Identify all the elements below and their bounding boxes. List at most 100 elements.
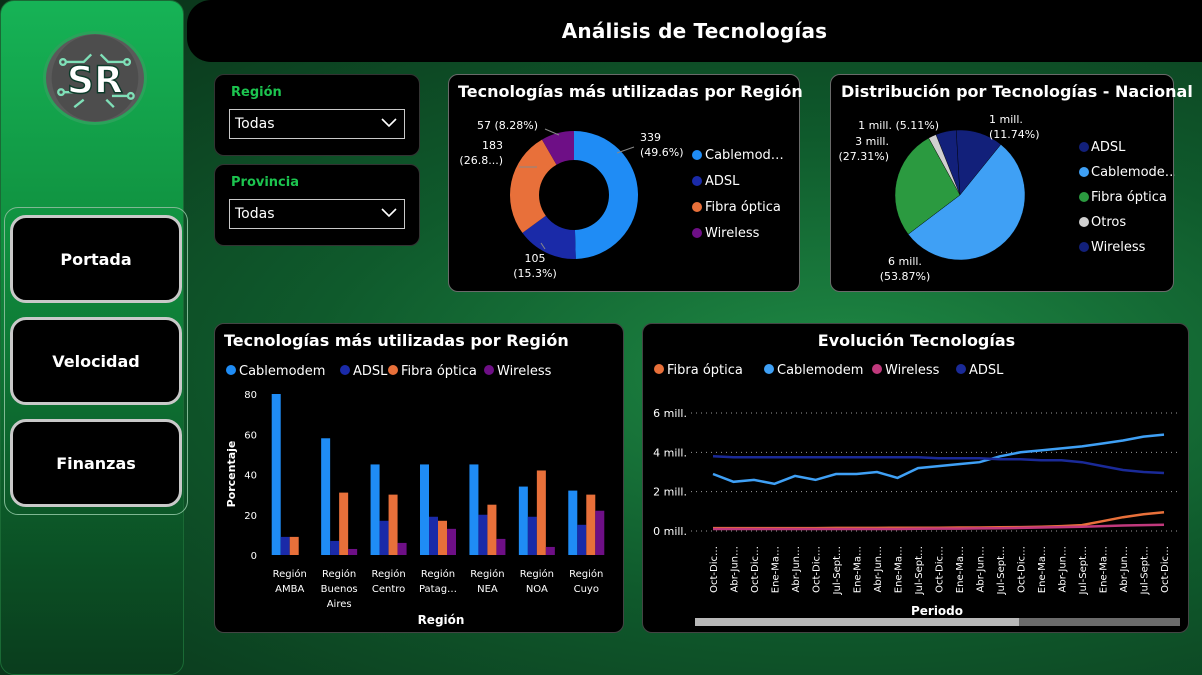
sidebar: SR Portada Velocidad Finanzas bbox=[0, 0, 188, 675]
bar-2-0 bbox=[289, 536, 299, 555]
line-legend-marker-3 bbox=[956, 364, 966, 374]
line-legend-marker-2 bbox=[872, 364, 882, 374]
nav-finanzas-button[interactable]: Finanzas bbox=[10, 419, 182, 507]
region-filter-panel: Región Todas bbox=[214, 74, 420, 156]
bar-1-0 bbox=[280, 536, 290, 555]
line-xtick-5: Oct-Dic… bbox=[812, 546, 823, 593]
donut-label-pct-0: (49.6%) bbox=[640, 146, 684, 159]
provincia-filter-panel: Provincia Todas bbox=[214, 164, 420, 246]
line-xtick-10: Jul-Sept… bbox=[914, 546, 925, 595]
pie-label-pct-2: (27.31%) bbox=[838, 150, 889, 163]
bar-1-4 bbox=[478, 514, 488, 555]
bar-1-3 bbox=[429, 516, 438, 555]
bar-ytick-3: 60 bbox=[244, 430, 257, 441]
pie-label-value-2: 3 mill. bbox=[855, 135, 889, 148]
nav-finanzas-label: Finanzas bbox=[56, 453, 136, 473]
bar-legend-marker-1 bbox=[340, 365, 350, 375]
line-xtick-15: Oct-Dic… bbox=[1017, 546, 1028, 593]
line-xtick-6: Jul-Sept… bbox=[832, 546, 843, 595]
svg-text:SR: SR bbox=[67, 58, 123, 102]
line-ytick-2: 4 mill. bbox=[653, 446, 687, 459]
bar-xtick-5-1: NOA bbox=[526, 584, 548, 595]
line-xtick-0: Oct-Dic… bbox=[709, 546, 720, 593]
line-chart-panel: Evolución Tecnologías Fibra óptica Cablem… bbox=[642, 323, 1189, 633]
provincia-filter-label: Provincia bbox=[231, 175, 299, 190]
donut-leader-0 bbox=[616, 146, 635, 154]
bar-1-2 bbox=[379, 520, 389, 555]
bar-xtick-2-0: Región bbox=[371, 568, 405, 580]
line-legend-label-1: Cablemodem bbox=[777, 363, 863, 378]
bar-xtick-6-1: Cuyo bbox=[574, 584, 599, 595]
pie-label-value-0: 1 mill. bbox=[989, 113, 1023, 126]
bar-3-3 bbox=[447, 528, 456, 555]
bar-ytick-2: 40 bbox=[244, 471, 257, 482]
pie-legend-marker-4 bbox=[1079, 242, 1089, 252]
provincia-dropdown[interactable]: Todas bbox=[229, 199, 405, 229]
pie-legend-marker-2 bbox=[1079, 192, 1089, 202]
line-xtick-8: Abr-Jun… bbox=[873, 546, 884, 592]
line-ytick-0: 0 mill. bbox=[653, 525, 687, 538]
donut-label-pct-2: (26.8...) bbox=[459, 154, 503, 167]
line-xtick-19: Ene-Ma… bbox=[1099, 546, 1110, 593]
bar-1-1 bbox=[330, 540, 340, 555]
bar-3-6 bbox=[595, 510, 605, 555]
bar-xtick-0-1: AMBA bbox=[275, 584, 304, 595]
line-ytick-1: 2 mill. bbox=[653, 486, 687, 499]
bar-3-5 bbox=[545, 546, 555, 555]
donut-label-pct-1: (15.3%) bbox=[513, 267, 557, 280]
region-dropdown[interactable]: Todas bbox=[229, 109, 405, 139]
bar-xtick-1-0: Región bbox=[322, 568, 356, 580]
logo: SR bbox=[43, 31, 147, 125]
line-chart: Fibra óptica Cablemodem Wireless ADSL 0 mill… bbox=[653, 363, 1180, 626]
nav-portada-label: Portada bbox=[60, 249, 132, 269]
line-series-3 bbox=[712, 455, 1165, 475]
nav-portada-button[interactable]: Portada bbox=[10, 215, 182, 303]
line-scrollbar-thumb bbox=[695, 618, 1019, 626]
line-legend-marker-0 bbox=[654, 364, 664, 374]
bar-xtick-3-1: Patag… bbox=[419, 584, 457, 595]
nav-velocidad-button[interactable]: Velocidad bbox=[10, 317, 182, 405]
line-xtick-17: Abr-Jun… bbox=[1058, 546, 1069, 592]
bar-xtick-1-1: Buenos bbox=[321, 584, 358, 595]
donut-chart-panel: Tecnologías más utilizadas por Región 33… bbox=[448, 74, 803, 292]
donut-legend-label-0: Cablemod… bbox=[705, 148, 784, 163]
bar-2-6 bbox=[586, 494, 596, 555]
line-xtick-21: Jul-Sept… bbox=[1140, 546, 1151, 595]
circuit-logo-icon: SR bbox=[51, 34, 139, 122]
line-xtick-1: Abr-Jun… bbox=[730, 546, 741, 592]
donut-legend-label-3: Wireless bbox=[705, 226, 760, 241]
donut-slice-0 bbox=[574, 131, 638, 259]
line-xtick-16: Ene-Ma… bbox=[1037, 546, 1048, 593]
bar-0-5 bbox=[518, 486, 528, 555]
donut-label-value-3: 57 (8.28%) bbox=[477, 119, 538, 132]
bar-2-2 bbox=[388, 494, 398, 555]
donut-legend-marker-1 bbox=[692, 176, 702, 186]
line-xtick-7: Ene-Ma… bbox=[853, 546, 864, 593]
donut-label-value-1: 105 bbox=[525, 252, 546, 265]
chevron-down-icon bbox=[381, 208, 397, 218]
bar-2-5 bbox=[536, 470, 546, 555]
line-xtick-13: Abr-Jun… bbox=[976, 546, 987, 592]
line-ytick-3: 6 mill. bbox=[653, 407, 687, 420]
line-xtick-20: Abr-Jun… bbox=[1119, 546, 1130, 592]
donut-label-value-0: 339 bbox=[640, 131, 661, 144]
pie-legend-label-0: ADSL bbox=[1091, 140, 1126, 155]
bar-xtick-3-0: Región bbox=[421, 568, 455, 580]
bar-ytick-4: 80 bbox=[244, 390, 257, 401]
line-xtick-3: Ene-Ma… bbox=[771, 546, 782, 593]
bar-3-1 bbox=[348, 548, 358, 555]
bar-xtick-2-1: Centro bbox=[372, 584, 405, 595]
pie-label-pct-0: (11.74%) bbox=[989, 128, 1040, 141]
bar-ytick-1: 20 bbox=[244, 511, 257, 522]
line-xtick-11: Oct-Dic… bbox=[935, 546, 946, 593]
bar-0-0 bbox=[271, 394, 281, 555]
bar-3-2 bbox=[397, 542, 407, 555]
bar-legend-label-0: Cablemodem bbox=[239, 364, 325, 379]
bar-0-6 bbox=[568, 490, 578, 555]
bar-xtick-4-1: NEA bbox=[477, 584, 498, 595]
donut-legend-marker-3 bbox=[692, 228, 702, 238]
bar-1-5 bbox=[527, 516, 537, 555]
pie-label-value-1: 6 mill. bbox=[888, 255, 922, 268]
pie-legend-marker-3 bbox=[1079, 217, 1089, 227]
bar-0-1 bbox=[321, 438, 331, 555]
